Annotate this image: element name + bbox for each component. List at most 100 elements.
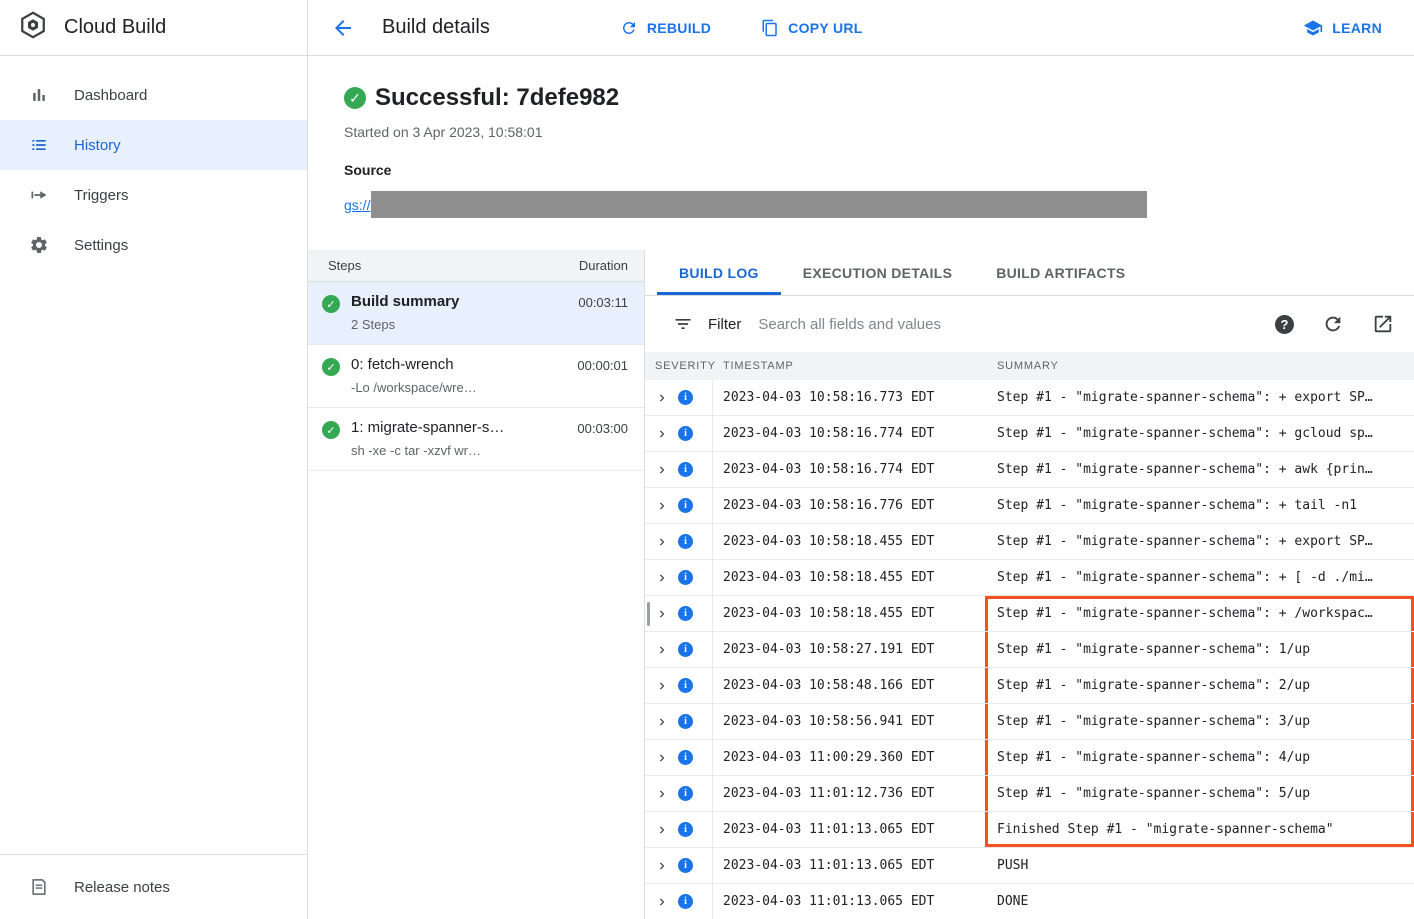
expand-chevron-icon[interactable]: [655, 499, 669, 513]
log-row[interactable]: i 2023-04-03 10:58:18.455 EDT Step #1 - …: [645, 524, 1414, 560]
expand-chevron-icon[interactable]: [655, 391, 669, 405]
log-severity-cell: i: [645, 668, 713, 703]
log-row[interactable]: i 2023-04-03 10:58:18.455 EDT Step #1 - …: [645, 596, 1414, 632]
copy-icon: [761, 19, 779, 37]
expand-chevron-icon[interactable]: [655, 463, 669, 477]
expand-chevron-icon[interactable]: [655, 787, 669, 801]
page-header: Build details REBUILD COPY URL LEARN: [308, 0, 1414, 56]
copy-url-label: COPY URL: [788, 20, 863, 36]
cloud-build-logo-icon: [18, 10, 48, 45]
dashboard-icon: [28, 84, 50, 106]
rebuild-button[interactable]: REBUILD: [610, 11, 721, 45]
step-row-build-summary[interactable]: ✓ Build summary 2 Steps 00:03:11: [308, 282, 644, 345]
expand-chevron-icon[interactable]: [655, 535, 669, 549]
log-row[interactable]: i 2023-04-03 10:58:16.773 EDT Step #1 - …: [645, 380, 1414, 416]
refresh-logs-button[interactable]: [1322, 313, 1344, 335]
info-icon: i: [678, 678, 693, 693]
step-subtitle: sh -xe -c tar -xzvf wr…: [351, 443, 566, 458]
log-row[interactable]: i 2023-04-03 10:58:16.774 EDT Step #1 - …: [645, 416, 1414, 452]
log-timestamp: 2023-04-03 10:58:56.941 EDT: [713, 704, 985, 739]
step-title: Build summary: [351, 293, 567, 310]
filter-icon: [673, 314, 693, 334]
expand-chevron-icon[interactable]: [655, 571, 669, 585]
refresh-icon: [1322, 313, 1344, 335]
expand-chevron-icon[interactable]: [655, 607, 669, 621]
log-row[interactable]: i 2023-04-03 10:58:16.774 EDT Step #1 - …: [645, 452, 1414, 488]
expand-chevron-icon[interactable]: [655, 679, 669, 693]
sidebar-item-dashboard[interactable]: Dashboard: [0, 70, 307, 120]
learn-button[interactable]: LEARN: [1293, 10, 1392, 46]
log-summary: Step #1 - "migrate-spanner-schema": + gc…: [985, 416, 1414, 451]
build-started-timestamp: Started on 3 Apr 2023, 10:58:01: [344, 124, 1414, 140]
build-status-title: Successful: 7defe982: [375, 84, 619, 112]
sidebar-item-triggers[interactable]: Triggers: [0, 170, 307, 220]
filter-label[interactable]: Filter: [708, 316, 741, 333]
content-split: Steps Duration ✓ Build summary 2 Steps 0…: [308, 250, 1414, 919]
info-icon: i: [678, 426, 693, 441]
step-row-migrate-spanner[interactable]: ✓ 1: migrate-spanner-s… sh -xe -c tar -x…: [308, 408, 644, 471]
log-row[interactable]: i 2023-04-03 11:01:12.736 EDT Step #1 - …: [645, 776, 1414, 812]
log-severity-cell: i: [645, 380, 713, 415]
help-button[interactable]: ?: [1275, 315, 1294, 334]
back-arrow-icon[interactable]: [330, 15, 356, 41]
sidebar-item-release-notes[interactable]: Release notes: [0, 855, 307, 919]
expand-chevron-icon[interactable]: [655, 643, 669, 657]
expand-chevron-icon[interactable]: [655, 427, 669, 441]
log-summary: PUSH: [985, 848, 1414, 883]
filter-search-input[interactable]: [756, 315, 1252, 334]
expand-chevron-icon[interactable]: [655, 895, 669, 909]
sidebar-item-settings[interactable]: Settings: [0, 220, 307, 270]
expand-chevron-icon[interactable]: [655, 751, 669, 765]
log-timestamp: 2023-04-03 11:01:13.065 EDT: [713, 812, 985, 847]
sidebar-item-label: Release notes: [74, 879, 170, 896]
log-row[interactable]: i 2023-04-03 11:01:13.065 EDT DONE: [645, 884, 1414, 919]
triggers-icon: [28, 184, 50, 206]
source-label: Source: [344, 162, 1414, 178]
column-severity: SEVERITY: [645, 360, 713, 372]
log-timestamp: 2023-04-03 11:01:13.065 EDT: [713, 848, 985, 883]
log-severity-cell: i: [645, 596, 713, 631]
filter-actions: ?: [1275, 313, 1394, 335]
source-link[interactable]: gs://: [344, 197, 370, 213]
tab-build-artifacts[interactable]: BUILD ARTIFACTS: [974, 250, 1147, 295]
sidebar-item-label: Settings: [74, 237, 128, 254]
tab-bar: BUILD LOG EXECUTION DETAILS BUILD ARTIFA…: [645, 250, 1414, 296]
expand-chevron-icon[interactable]: [655, 859, 669, 873]
log-row[interactable]: i 2023-04-03 10:58:18.455 EDT Step #1 - …: [645, 560, 1414, 596]
info-icon: i: [678, 642, 693, 657]
log-summary: Step #1 - "migrate-spanner-schema": + aw…: [985, 452, 1414, 487]
tab-execution-details[interactable]: EXECUTION DETAILS: [781, 250, 975, 295]
log-severity-cell: i: [645, 452, 713, 487]
log-row[interactable]: i 2023-04-03 11:00:29.360 EDT Step #1 - …: [645, 740, 1414, 776]
sidebar-nav: Dashboard History Triggers Settings: [0, 56, 307, 270]
info-icon: i: [678, 894, 693, 909]
log-timestamp: 2023-04-03 10:58:16.774 EDT: [713, 416, 985, 451]
sidebar-item-label: Triggers: [74, 187, 128, 204]
expand-chevron-icon[interactable]: [655, 715, 669, 729]
refresh-icon: [620, 19, 638, 37]
sidebar-item-history[interactable]: History: [0, 120, 307, 170]
info-icon: i: [678, 858, 693, 873]
log-row[interactable]: i 2023-04-03 11:01:13.065 EDT Finished S…: [645, 812, 1414, 848]
info-icon: i: [678, 498, 693, 513]
info-icon: i: [678, 606, 693, 621]
log-timestamp: 2023-04-03 10:58:48.166 EDT: [713, 668, 985, 703]
tab-build-log[interactable]: BUILD LOG: [657, 250, 781, 295]
log-row[interactable]: i 2023-04-03 11:01:13.065 EDT PUSH: [645, 848, 1414, 884]
log-row[interactable]: i 2023-04-03 10:58:16.776 EDT Step #1 - …: [645, 488, 1414, 524]
info-icon: i: [678, 462, 693, 477]
info-icon: i: [678, 822, 693, 837]
log-severity-cell: i: [645, 812, 713, 847]
expand-chevron-icon[interactable]: [655, 823, 669, 837]
app-title: Cloud Build: [64, 16, 166, 39]
step-row-fetch-wrench[interactable]: ✓ 0: fetch-wrench -Lo /workspace/wre… 00…: [308, 345, 644, 408]
log-row[interactable]: i 2023-04-03 10:58:56.941 EDT Step #1 - …: [645, 704, 1414, 740]
step-subtitle: -Lo /workspace/wre…: [351, 380, 566, 395]
open-in-new-button[interactable]: [1372, 313, 1394, 335]
copy-url-button[interactable]: COPY URL: [751, 11, 873, 45]
step-success-check-icon: ✓: [322, 358, 340, 376]
log-row[interactable]: i 2023-04-03 10:58:48.166 EDT Step #1 - …: [645, 668, 1414, 704]
open-in-new-icon: [1372, 313, 1394, 335]
log-row[interactable]: i 2023-04-03 10:58:27.191 EDT Step #1 - …: [645, 632, 1414, 668]
step-success-check-icon: ✓: [322, 421, 340, 439]
